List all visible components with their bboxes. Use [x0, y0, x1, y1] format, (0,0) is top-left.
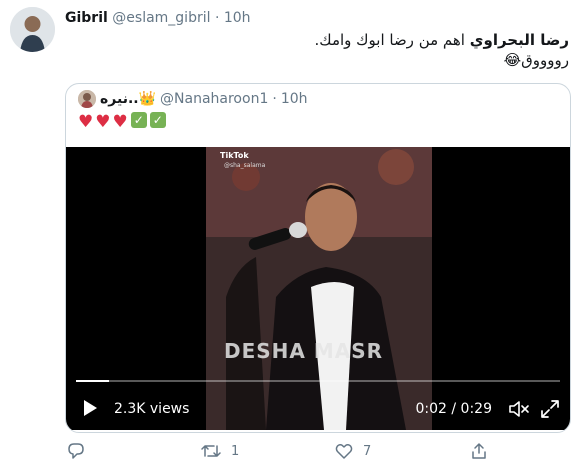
check-mark-icon: ✓	[130, 112, 147, 128]
author-name[interactable]: Gibril	[65, 10, 108, 26]
mute-button[interactable]	[508, 399, 530, 419]
video-controls: 2.3K views 0:02 / 0:29	[66, 392, 570, 420]
retweet-button[interactable]: 1	[201, 442, 239, 460]
tiktok-overlay: TikTok	[220, 151, 249, 160]
quoted-tweet-header: نيره..👑 @Nanaharoon1 · 10h	[78, 90, 308, 108]
retweet-count: 1	[231, 443, 240, 459]
quoted-tweet[interactable]: نيره..👑 @Nanaharoon1 · 10h ♥ ♥ ♥ ✓ ✓ Tik…	[65, 83, 571, 433]
share-button[interactable]	[470, 442, 488, 460]
reply-button[interactable]	[67, 442, 95, 460]
quoted-author-name: نيره..👑	[100, 91, 157, 107]
author-avatar[interactable]	[10, 7, 55, 52]
video-player[interactable]: TikTok @sha_salama DESHA MASR 2.3K views…	[66, 147, 570, 430]
video-still	[206, 147, 432, 430]
quoted-tweet-time: 10h	[280, 91, 308, 107]
video-time: 0:02 / 0:29	[415, 401, 493, 417]
like-icon	[335, 444, 353, 459]
heart-icon: ♥	[112, 112, 128, 132]
tweet-text: رضا البحراوي اهم من رضا ابوك وامك. روووو…	[89, 30, 569, 70]
play-icon	[84, 400, 97, 416]
video-watermark: DESHA MASR	[224, 339, 384, 363]
like-button[interactable]: 7	[335, 442, 371, 460]
tweet-time[interactable]: 10h	[224, 10, 251, 26]
check-mark-icon: ✓	[149, 112, 166, 128]
tweet-text-bold: رضا البحراوي	[469, 31, 569, 49]
heart-icon: ♥	[78, 112, 94, 132]
tweet-text-line2: رووووق😂	[503, 51, 569, 69]
fullscreen-button[interactable]	[540, 399, 560, 419]
quoted-time-separator: ·	[272, 91, 277, 107]
mute-icon	[509, 401, 529, 417]
video-frame: TikTok @sha_salama DESHA MASR	[206, 147, 432, 430]
tweet-header: Gibril @eslam_gibril · 10h	[65, 9, 251, 27]
tiktok-user-overlay: @sha_salama	[224, 162, 266, 169]
tweet-text-rest: اهم من رضا ابوك وامك.	[314, 31, 470, 49]
video-progress-fill	[76, 380, 110, 382]
like-count: 7	[363, 443, 372, 459]
fullscreen-icon	[541, 400, 559, 418]
tweet-actions: 1 7	[65, 440, 569, 464]
quoted-author-avatar	[78, 90, 96, 108]
play-button[interactable]	[80, 398, 100, 418]
heart-icon: ♥	[95, 112, 111, 132]
time-separator: ·	[214, 10, 220, 26]
share-icon	[472, 443, 486, 459]
reply-icon	[68, 443, 84, 459]
author-handle[interactable]: @eslam_gibril	[112, 10, 210, 26]
view-count: 2.3K views	[114, 401, 190, 417]
retweet-icon	[201, 445, 221, 457]
quoted-author-handle: @Nanaharoon1	[160, 91, 269, 107]
video-progress-bar[interactable]	[76, 380, 560, 382]
quoted-tweet-text: ♥ ♥ ♥ ✓ ✓	[78, 112, 166, 132]
